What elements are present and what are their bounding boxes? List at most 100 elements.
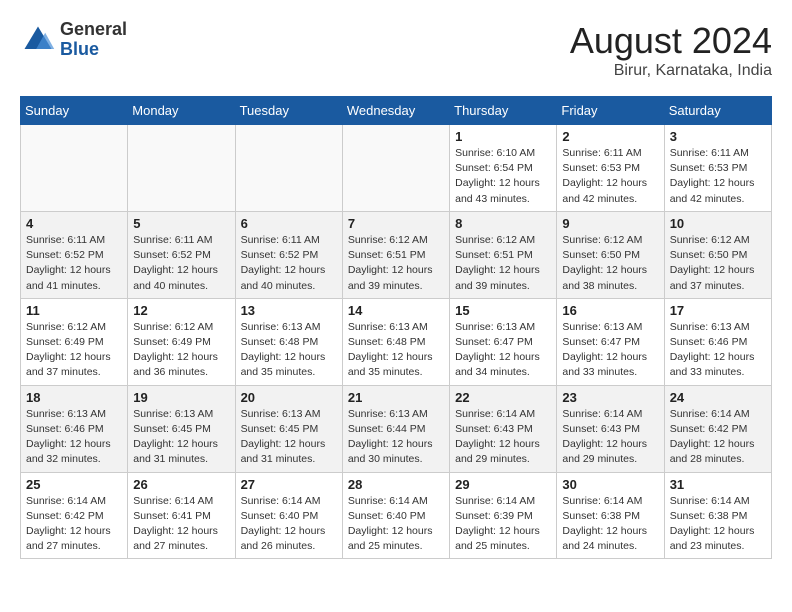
day-header-saturday: Saturday — [664, 97, 771, 125]
logo-blue: Blue — [60, 39, 99, 59]
day-number: 7 — [348, 216, 444, 231]
calendar-week-row: 1Sunrise: 6:10 AMSunset: 6:54 PMDaylight… — [21, 125, 772, 212]
day-info: Sunrise: 6:11 AMSunset: 6:52 PMDaylight:… — [133, 233, 229, 294]
calendar-day-cell: 9Sunrise: 6:12 AMSunset: 6:50 PMDaylight… — [557, 211, 664, 298]
day-header-thursday: Thursday — [450, 97, 557, 125]
day-number: 17 — [670, 303, 766, 318]
calendar-day-cell: 12 Sunrise: 6:12 AMSunset: 6:49 PMDayligh… — [128, 298, 235, 385]
calendar-day-cell: 2 Sunrise: 6:11 AMSunset: 6:53 PMDaylight… — [557, 125, 664, 212]
calendar-day-cell: 13 Sunrise: 6:13 AMSunset: 6:48 PMDayligh… — [235, 298, 342, 385]
calendar-day-cell: 28 Sunrise: 6:14 AMSunset: 6:40 PMDayligh… — [342, 472, 449, 559]
calendar-day-cell: 20 Sunrise: 6:13 AMSunset: 6:45 PMDayligh… — [235, 385, 342, 472]
calendar-day-cell: 18 Sunrise: 6:13 AMSunset: 6:46 PMDayligh… — [21, 385, 128, 472]
day-number: 24 — [670, 390, 766, 405]
day-number: 4 — [26, 216, 122, 231]
day-number: 15 — [455, 303, 551, 318]
calendar-day-cell: 3Sunrise: 6:11 AMSunset: 6:53 PMDaylight… — [664, 125, 771, 212]
calendar-day-cell: 17 Sunrise: 6:13 AMSunset: 6:46 PMDayligh… — [664, 298, 771, 385]
day-number: 27 — [241, 477, 337, 492]
calendar-day-cell: 24Sunrise: 6:14 AMSunset: 6:42 PMDayligh… — [664, 385, 771, 472]
day-info: Sunrise: 6:14 AMSunset: 6:38 PMDaylight:… — [562, 494, 658, 555]
calendar-day-cell: 8 Sunrise: 6:12 AMSunset: 6:51 PMDaylight… — [450, 211, 557, 298]
day-info: Sunrise: 6:11 AMSunset: 6:53 PMDaylight:… — [562, 146, 658, 207]
day-header-tuesday: Tuesday — [235, 97, 342, 125]
calendar-week-row: 18 Sunrise: 6:13 AMSunset: 6:46 PMDayligh… — [21, 385, 772, 472]
day-number: 20 — [241, 390, 337, 405]
day-info: Sunrise: 6:13 AMSunset: 6:47 PMDaylight:… — [455, 320, 551, 381]
logo: General Blue — [20, 20, 127, 60]
day-info: Sunrise: 6:12 AMSunset: 6:50 PMDaylight:… — [562, 233, 658, 294]
day-number: 1 — [455, 129, 551, 144]
day-info: Sunrise: 6:14 AMSunset: 6:39 PMDaylight:… — [455, 494, 551, 555]
day-number: 25 — [26, 477, 122, 492]
calendar-header-row: SundayMondayTuesdayWednesdayThursdayFrid… — [21, 97, 772, 125]
day-number: 19 — [133, 390, 229, 405]
day-info: Sunrise: 6:14 AMSunset: 6:40 PMDaylight:… — [241, 494, 337, 555]
logo-general: General — [60, 19, 127, 39]
day-number: 28 — [348, 477, 444, 492]
page-header: General Blue August 2024 Birur, Karnatak… — [20, 20, 772, 80]
calendar-table: SundayMondayTuesdayWednesdayThursdayFrid… — [20, 96, 772, 559]
day-number: 30 — [562, 477, 658, 492]
day-header-friday: Friday — [557, 97, 664, 125]
calendar-day-cell: 29 Sunrise: 6:14 AMSunset: 6:39 PMDayligh… — [450, 472, 557, 559]
calendar-day-cell: 21Sunrise: 6:13 AMSunset: 6:44 PMDayligh… — [342, 385, 449, 472]
calendar-day-cell: 6 Sunrise: 6:11 AMSunset: 6:52 PMDaylight… — [235, 211, 342, 298]
calendar-day-cell: 14 Sunrise: 6:13 AMSunset: 6:48 PMDayligh… — [342, 298, 449, 385]
day-number: 14 — [348, 303, 444, 318]
day-number: 16 — [562, 303, 658, 318]
day-info: Sunrise: 6:12 AMSunset: 6:49 PMDaylight:… — [133, 320, 229, 381]
calendar-day-cell: 10 Sunrise: 6:12 AMSunset: 6:50 PMDayligh… — [664, 211, 771, 298]
day-number: 10 — [670, 216, 766, 231]
calendar-day-cell: 11Sunrise: 6:12 AMSunset: 6:49 PMDayligh… — [21, 298, 128, 385]
day-number: 12 — [133, 303, 229, 318]
calendar-day-cell: 27 Sunrise: 6:14 AMSunset: 6:40 PMDayligh… — [235, 472, 342, 559]
day-number: 13 — [241, 303, 337, 318]
calendar-week-row: 11Sunrise: 6:12 AMSunset: 6:49 PMDayligh… — [21, 298, 772, 385]
day-info: Sunrise: 6:12 AMSunset: 6:50 PMDaylight:… — [670, 233, 766, 294]
day-number: 6 — [241, 216, 337, 231]
day-number: 23 — [562, 390, 658, 405]
logo-text: General Blue — [60, 20, 127, 60]
day-info: Sunrise: 6:13 AMSunset: 6:45 PMDaylight:… — [133, 407, 229, 468]
calendar-week-row: 25 Sunrise: 6:14 AMSunset: 6:42 PMDayligh… — [21, 472, 772, 559]
day-info: Sunrise: 6:14 AMSunset: 6:40 PMDaylight:… — [348, 494, 444, 555]
calendar-week-row: 4 Sunrise: 6:11 AMSunset: 6:52 PMDaylight… — [21, 211, 772, 298]
day-info: Sunrise: 6:14 AMSunset: 6:43 PMDaylight:… — [562, 407, 658, 468]
day-info: Sunrise: 6:11 AMSunset: 6:52 PMDaylight:… — [241, 233, 337, 294]
day-header-sunday: Sunday — [21, 97, 128, 125]
day-info: Sunrise: 6:13 AMSunset: 6:45 PMDaylight:… — [241, 407, 337, 468]
day-info: Sunrise: 6:13 AMSunset: 6:46 PMDaylight:… — [26, 407, 122, 468]
day-info: Sunrise: 6:13 AMSunset: 6:46 PMDaylight:… — [670, 320, 766, 381]
day-info: Sunrise: 6:13 AMSunset: 6:44 PMDaylight:… — [348, 407, 444, 468]
day-number: 3 — [670, 129, 766, 144]
day-info: Sunrise: 6:14 AMSunset: 6:43 PMDaylight:… — [455, 407, 551, 468]
title-area: August 2024 Birur, Karnataka, India — [570, 20, 772, 80]
day-info: Sunrise: 6:14 AMSunset: 6:41 PMDaylight:… — [133, 494, 229, 555]
calendar-day-cell: 22 Sunrise: 6:14 AMSunset: 6:43 PMDayligh… — [450, 385, 557, 472]
day-number: 22 — [455, 390, 551, 405]
day-number: 8 — [455, 216, 551, 231]
calendar-day-cell: 16Sunrise: 6:13 AMSunset: 6:47 PMDayligh… — [557, 298, 664, 385]
day-info: Sunrise: 6:14 AMSunset: 6:38 PMDaylight:… — [670, 494, 766, 555]
calendar-day-cell: 31 Sunrise: 6:14 AMSunset: 6:38 PMDayligh… — [664, 472, 771, 559]
calendar-day-cell — [128, 125, 235, 212]
calendar-day-cell: 5Sunrise: 6:11 AMSunset: 6:52 PMDaylight… — [128, 211, 235, 298]
day-number: 18 — [26, 390, 122, 405]
calendar-day-cell — [342, 125, 449, 212]
calendar-day-cell: 15 Sunrise: 6:13 AMSunset: 6:47 PMDayligh… — [450, 298, 557, 385]
calendar-day-cell: 1Sunrise: 6:10 AMSunset: 6:54 PMDaylight… — [450, 125, 557, 212]
calendar-day-cell: 25 Sunrise: 6:14 AMSunset: 6:42 PMDayligh… — [21, 472, 128, 559]
day-info: Sunrise: 6:14 AMSunset: 6:42 PMDaylight:… — [26, 494, 122, 555]
day-info: Sunrise: 6:13 AMSunset: 6:48 PMDaylight:… — [348, 320, 444, 381]
calendar-day-cell: 19 Sunrise: 6:13 AMSunset: 6:45 PMDayligh… — [128, 385, 235, 472]
day-info: Sunrise: 6:12 AMSunset: 6:49 PMDaylight:… — [26, 320, 122, 381]
day-number: 29 — [455, 477, 551, 492]
day-number: 31 — [670, 477, 766, 492]
calendar-day-cell: 30 Sunrise: 6:14 AMSunset: 6:38 PMDayligh… — [557, 472, 664, 559]
day-info: Sunrise: 6:13 AMSunset: 6:48 PMDaylight:… — [241, 320, 337, 381]
day-number: 2 — [562, 129, 658, 144]
day-info: Sunrise: 6:11 AMSunset: 6:52 PMDaylight:… — [26, 233, 122, 294]
day-info: Sunrise: 6:12 AMSunset: 6:51 PMDaylight:… — [455, 233, 551, 294]
day-header-wednesday: Wednesday — [342, 97, 449, 125]
